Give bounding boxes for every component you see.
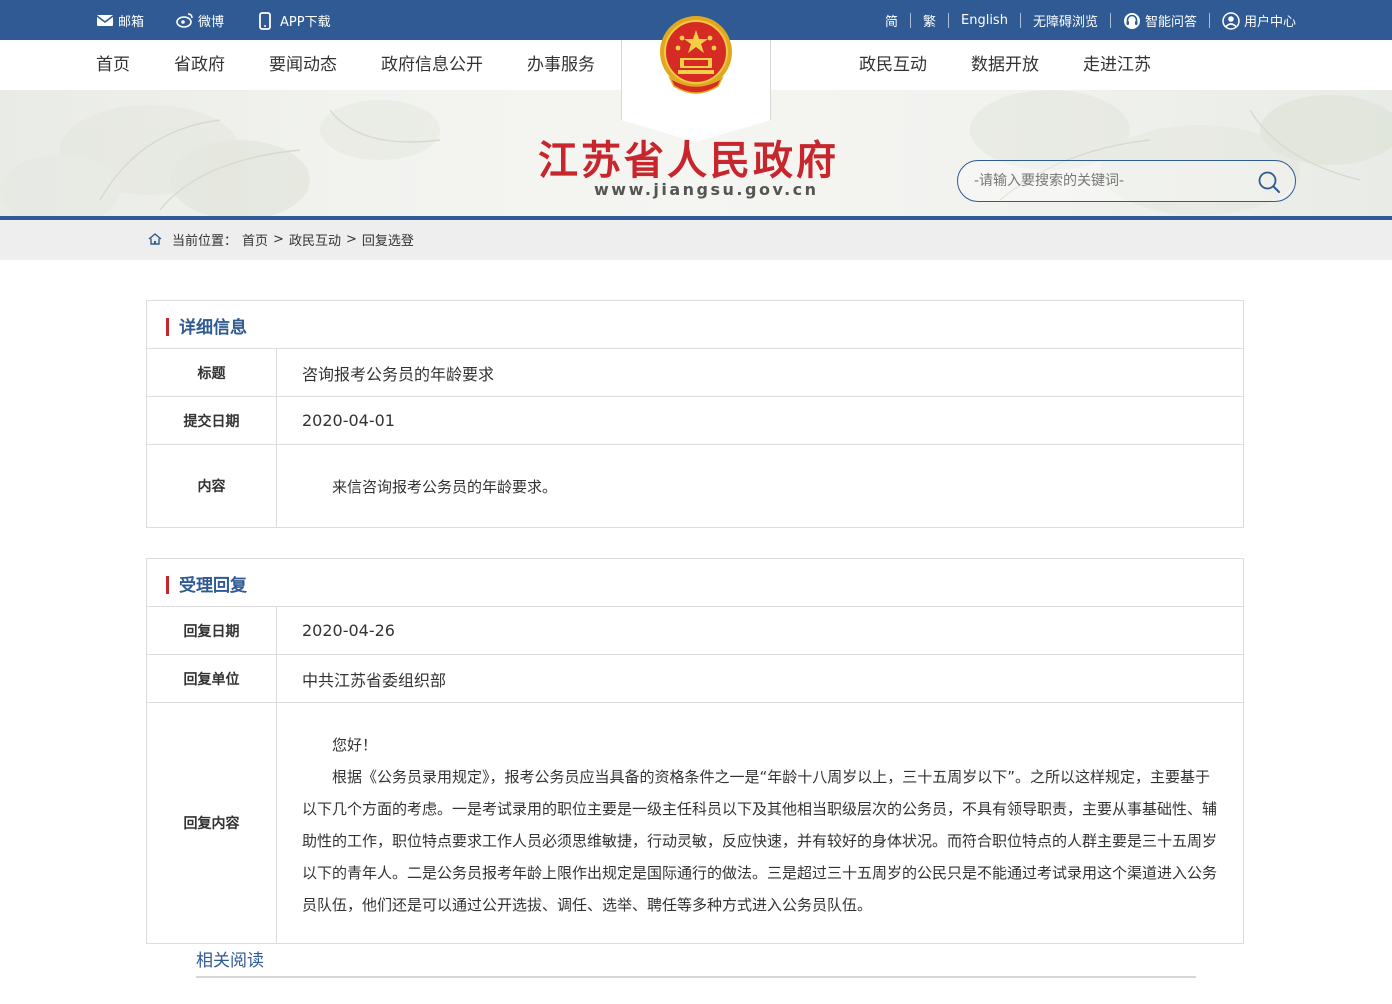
search-box xyxy=(957,160,1296,202)
reply-content: 您好！ 根据《公务员录用规定》，报考公务员应当具备的资格条件之一是“年龄十八周岁… xyxy=(277,703,1243,943)
divider xyxy=(1208,12,1210,28)
reply-date-value: 2020-04-26 xyxy=(302,621,395,640)
detail-row-label: 标题 xyxy=(147,349,277,396)
heading-accent-bar xyxy=(166,318,169,336)
detail-content-value: 来信咨询报考公务员的年龄要求。 xyxy=(332,477,558,496)
mail-icon xyxy=(96,12,114,28)
english-link[interactable]: English xyxy=(961,13,1008,28)
detail-row-title: 标题 咨询报考公务员的年龄要求 xyxy=(147,349,1243,397)
reply-row-unit: 回复单位 中共江苏省委组织部 xyxy=(147,655,1243,703)
detail-submit-date-value: 2020-04-01 xyxy=(302,411,395,430)
nav-item-services[interactable]: 办事服务 xyxy=(527,40,595,90)
home-icon xyxy=(148,232,164,246)
reply-panel: 受理回复 回复日期 2020-04-26 回复单位 中共江苏省委组织部 回复内容… xyxy=(146,558,1244,944)
reply-panel-header: 受理回复 xyxy=(147,559,1243,607)
related-reading-link[interactable]: 相关阅读 xyxy=(196,946,264,971)
reply-body: 根据《公务员录用规定》，报考公务员应当具备的资格条件之一是“年龄十八周岁以上，三… xyxy=(302,768,1218,914)
breadcrumb-reply-selection[interactable]: 回复选登 xyxy=(362,230,414,249)
detail-row-content: 内容 来信咨询报考公务员的年龄要求。 xyxy=(147,445,1243,527)
nav-item-province-gov[interactable]: 省政府 xyxy=(174,40,225,90)
smart-qa-label: 智能问答 xyxy=(1144,14,1197,30)
smart-qa-link[interactable]: 智能问答 xyxy=(1123,11,1197,30)
detail-row-label: 内容 xyxy=(147,445,277,527)
detail-panel-header: 详细信息 xyxy=(147,301,1243,349)
reply-row-label: 回复单位 xyxy=(147,655,277,702)
reply-heading: 受理回复 xyxy=(179,576,247,596)
breadcrumb-bar: 当前位置： 首页 > 政民互动 > 回复选登 xyxy=(0,220,1392,260)
site-url: www.jiangsu.gov.cn xyxy=(594,180,819,199)
detail-row-label: 提交日期 xyxy=(147,397,277,444)
search-icon[interactable] xyxy=(1257,170,1281,194)
user-center-link[interactable]: 用户中心 xyxy=(1222,11,1296,30)
divider xyxy=(1109,12,1111,28)
app-download-link[interactable]: APP下载 xyxy=(258,11,331,30)
mail-link[interactable]: 邮箱 xyxy=(96,11,144,30)
phone-icon xyxy=(258,12,274,30)
reply-greeting: 您好！ xyxy=(332,736,378,754)
detail-heading: 详细信息 xyxy=(179,318,247,338)
related-divider xyxy=(196,976,1196,978)
simplified-chinese-link[interactable]: 简 xyxy=(885,11,898,30)
weibo-icon xyxy=(176,12,193,28)
nav-item-interaction[interactable]: 政民互动 xyxy=(859,40,927,90)
weibo-link[interactable]: 微博 xyxy=(176,11,224,30)
breadcrumb-separator: > xyxy=(273,231,284,247)
search-input[interactable] xyxy=(972,161,1242,201)
breadcrumb: 当前位置： 首页 > 政民互动 > 回复选登 xyxy=(148,220,414,258)
weibo-label: 微博 xyxy=(198,14,225,30)
app-download-label: APP下载 xyxy=(280,14,331,30)
reply-row-date: 回复日期 2020-04-26 xyxy=(147,607,1243,655)
breadcrumb-home[interactable]: 首页 xyxy=(242,230,268,249)
breadcrumb-label: 当前位置： xyxy=(172,233,238,249)
detail-panel: 详细信息 标题 咨询报考公务员的年龄要求 提交日期 2020-04-01 内容 … xyxy=(146,300,1244,528)
reply-row-label: 回复日期 xyxy=(147,607,277,654)
nav-item-home[interactable]: 首页 xyxy=(96,40,130,90)
user-icon xyxy=(1222,12,1240,30)
reply-row-label: 回复内容 xyxy=(147,703,277,943)
nav-item-news[interactable]: 要闻动态 xyxy=(269,40,337,90)
heading-accent-bar xyxy=(166,576,169,594)
reply-row-content: 回复内容 您好！ 根据《公务员录用规定》，报考公务员应当具备的资格条件之一是“年… xyxy=(147,703,1243,943)
breadcrumb-interaction[interactable]: 政民互动 xyxy=(289,230,341,249)
headset-icon xyxy=(1123,12,1140,29)
emblem-tab xyxy=(621,16,771,142)
traditional-chinese-link[interactable]: 繁 xyxy=(923,11,936,30)
divider xyxy=(909,12,911,28)
divider xyxy=(1019,12,1021,28)
detail-title-value: 咨询报考公务员的年龄要求 xyxy=(302,364,495,384)
reply-unit-value: 中共江苏省委组织部 xyxy=(302,670,447,690)
user-center-label: 用户中心 xyxy=(1243,14,1296,30)
nav-item-open-data[interactable]: 数据开放 xyxy=(971,40,1039,90)
nav-item-about[interactable]: 走进江苏 xyxy=(1083,40,1151,90)
breadcrumb-separator: > xyxy=(345,231,357,247)
mail-label: 邮箱 xyxy=(118,14,145,30)
nav-item-gov-info[interactable]: 政府信息公开 xyxy=(381,40,483,90)
national-emblem-icon xyxy=(660,16,732,94)
divider xyxy=(948,12,949,28)
detail-row-submit-date: 提交日期 2020-04-01 xyxy=(147,397,1243,445)
accessibility-link[interactable]: 无障碍浏览 xyxy=(1033,11,1098,30)
